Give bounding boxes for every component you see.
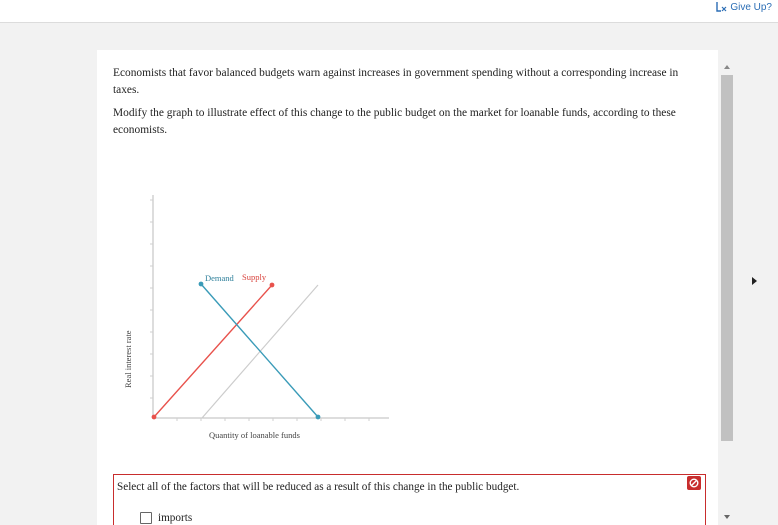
scroll-down-icon[interactable] — [724, 515, 730, 519]
answer-box: Select all of the factors that will be r… — [113, 474, 706, 525]
supply-handle-top[interactable] — [269, 282, 275, 288]
incorrect-icon — [687, 476, 701, 490]
demand-handle-top[interactable] — [198, 281, 204, 287]
demand-handle-bottom[interactable] — [315, 414, 321, 420]
scrollbar-thumb[interactable] — [721, 75, 733, 441]
option-label: imports — [158, 512, 193, 524]
option-imports[interactable]: imports — [140, 512, 192, 524]
imports-checkbox[interactable] — [140, 512, 152, 524]
supply-line[interactable] — [153, 284, 273, 418]
give-up-button[interactable]: Give Up? — [715, 1, 772, 13]
supply-label: Supply — [242, 272, 267, 282]
question-paragraph-2: Modify the graph to illustrate effect of… — [113, 107, 676, 136]
loanable-funds-graph[interactable]: Demand Supply Quantity of loanable funds… — [111, 180, 411, 480]
vertical-scrollbar[interactable] — [718, 60, 736, 525]
x-axis-label: Quantity of loanable funds — [209, 430, 300, 440]
question-paragraph-1: Economists that favor balanced budgets w… — [113, 67, 679, 96]
scroll-up-icon[interactable] — [724, 65, 730, 69]
demand-line[interactable] — [200, 283, 319, 418]
answer-prompt: Select all of the factors that will be r… — [117, 481, 520, 493]
question-panel: Economists that favor balanced budgets w… — [97, 50, 718, 525]
top-bar: Give Up? — [0, 0, 778, 23]
give-up-icon — [716, 2, 727, 12]
demand-label: Demand — [205, 273, 235, 283]
give-up-label[interactable]: Give Up? — [730, 2, 772, 13]
y-axis-label: Real interest rate — [123, 330, 133, 388]
expand-panel-arrow-icon[interactable] — [752, 277, 757, 285]
supply-handle-bottom[interactable] — [151, 414, 157, 420]
